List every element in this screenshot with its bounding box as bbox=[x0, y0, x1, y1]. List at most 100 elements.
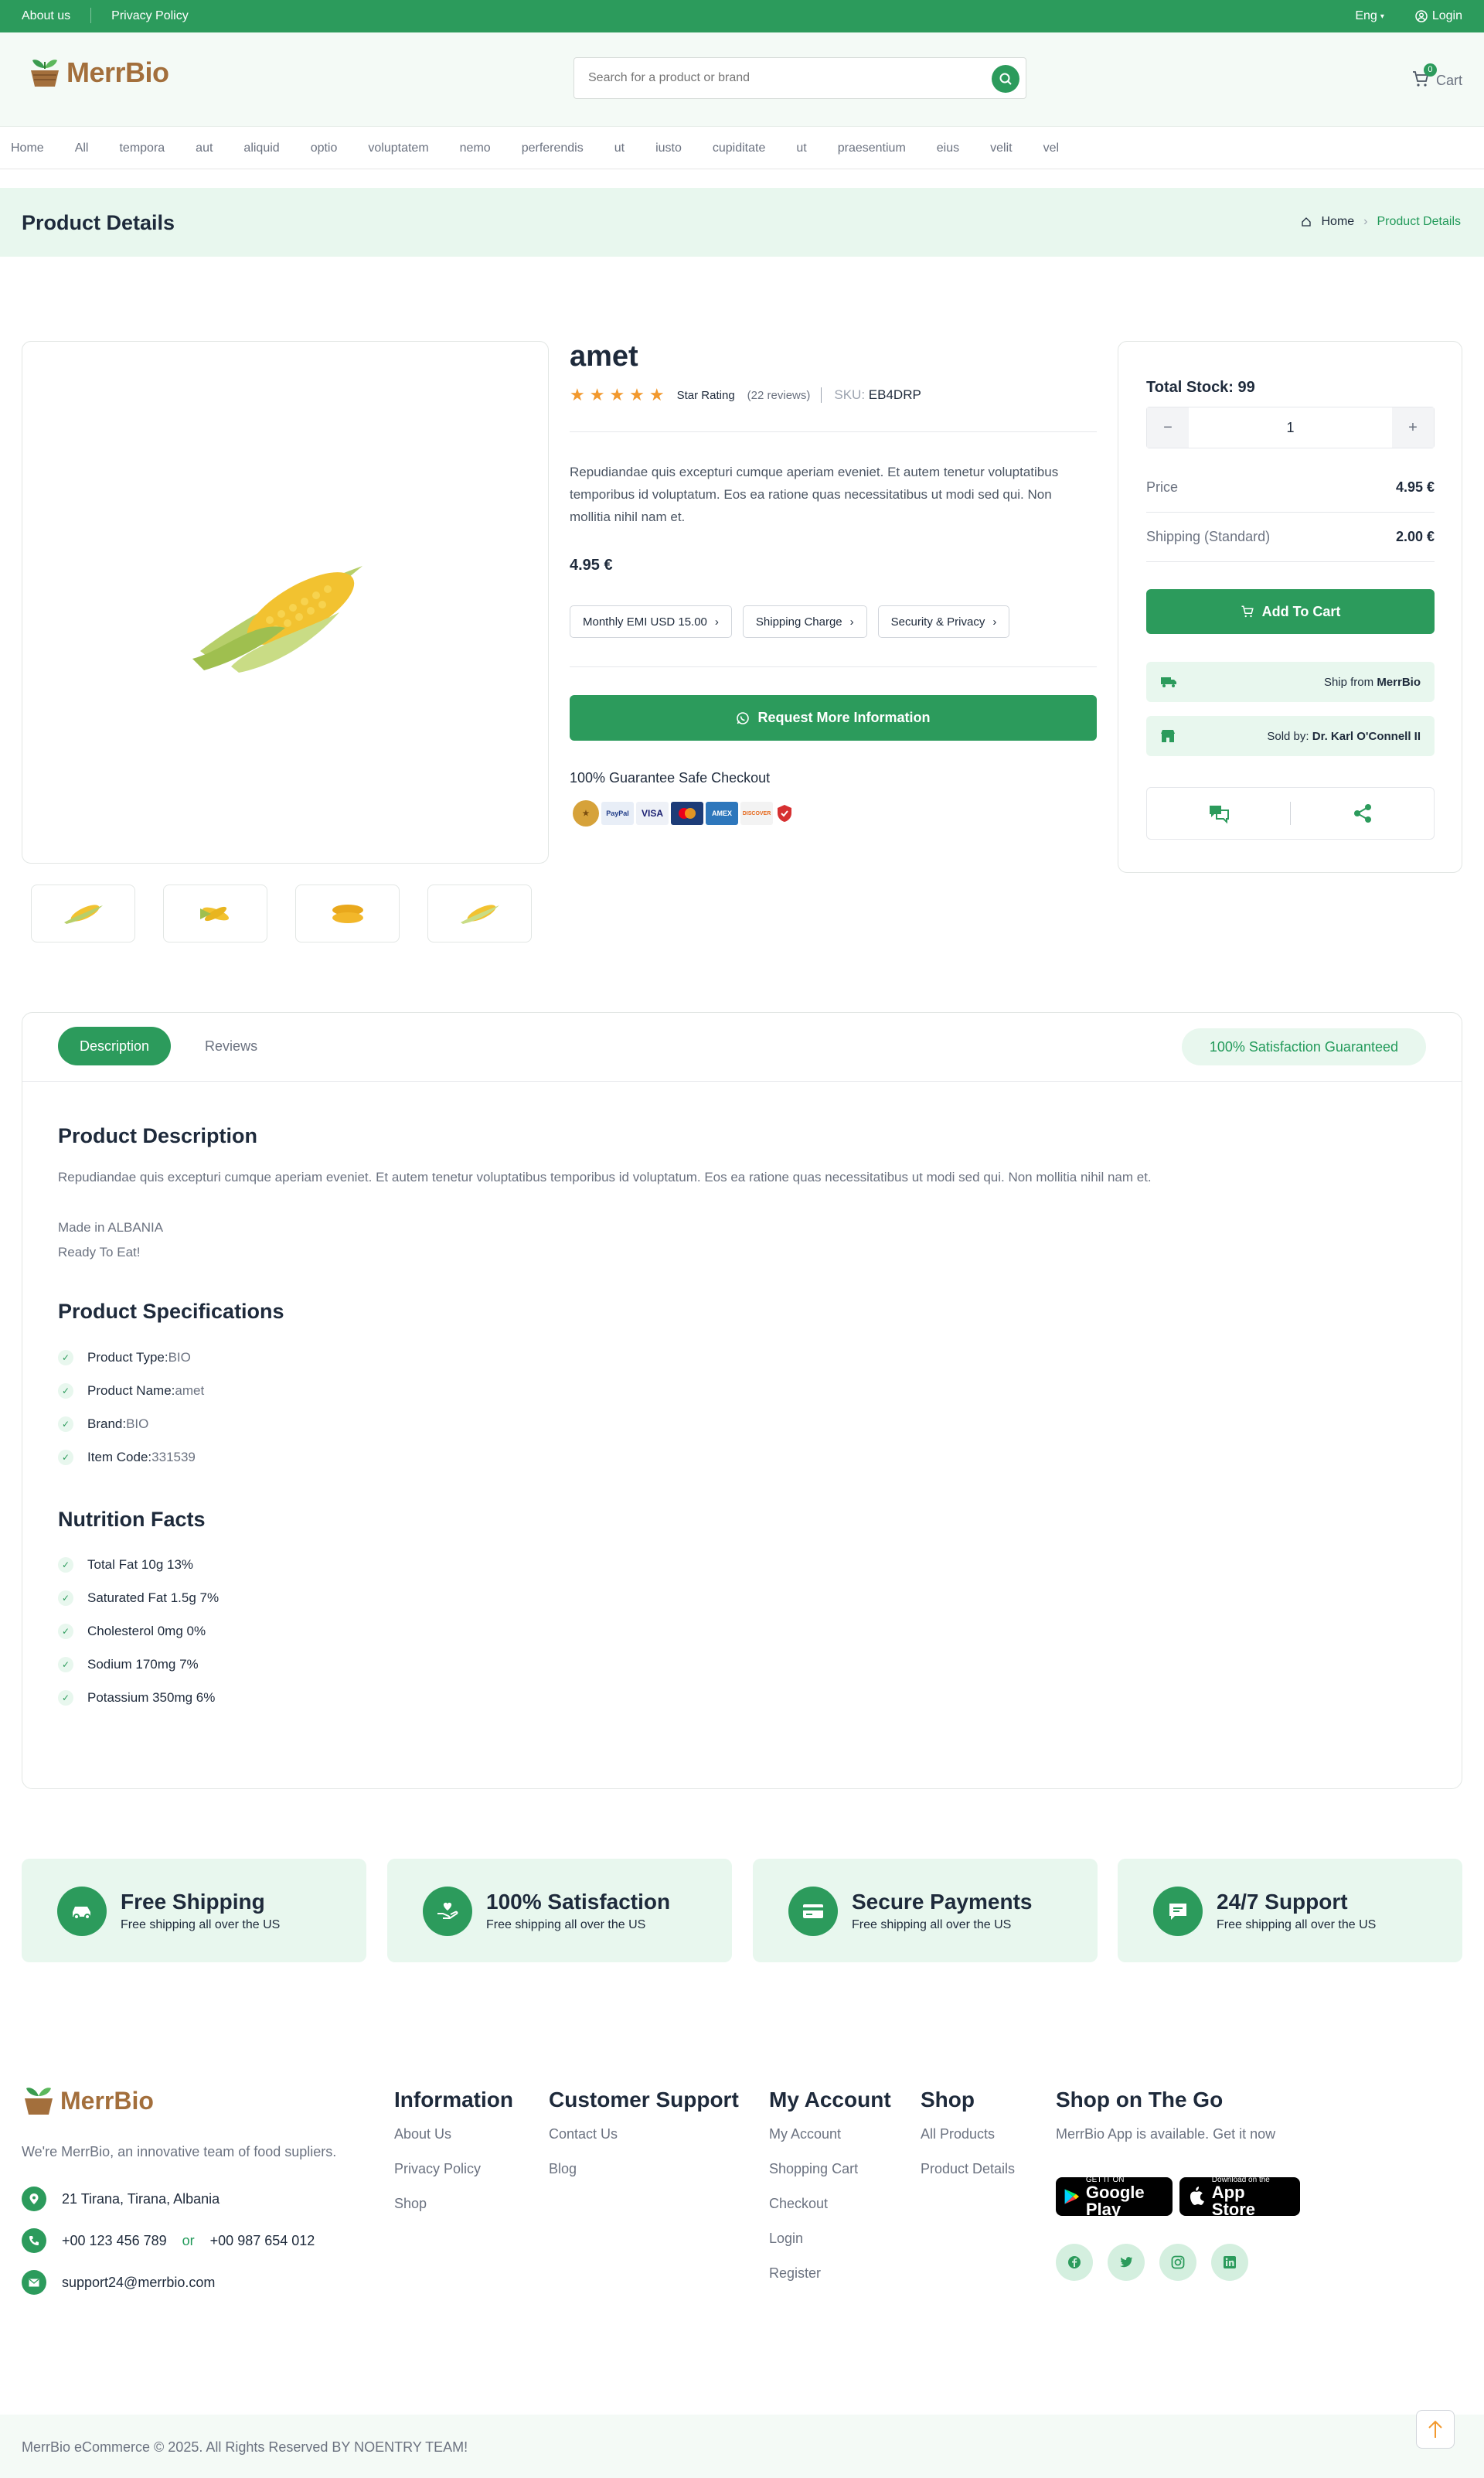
about-us-link[interactable]: About us bbox=[22, 9, 90, 23]
category-link[interactable]: aut bbox=[196, 141, 213, 155]
login-link[interactable]: Login bbox=[1415, 9, 1462, 23]
category-link[interactable]: tempora bbox=[119, 141, 165, 155]
category-link[interactable]: cupiditate bbox=[713, 141, 766, 155]
footer-link[interactable]: Register bbox=[769, 2265, 891, 2300]
category-link[interactable]: nemo bbox=[460, 141, 491, 155]
linkedin-button[interactable] bbox=[1211, 2244, 1248, 2281]
category-link[interactable]: ut bbox=[614, 141, 625, 155]
category-link[interactable]: vel bbox=[1043, 141, 1059, 155]
search-icon bbox=[999, 73, 1012, 85]
guarantee-text: 100% Guarantee Safe Checkout bbox=[570, 770, 771, 786]
footer-about: We're MerrBio, an innovative team of foo… bbox=[22, 2144, 337, 2159]
category-link[interactable]: iusto bbox=[655, 141, 682, 155]
spec-text: Brand:BIO bbox=[87, 1416, 148, 1432]
add-to-cart-label: Add To Cart bbox=[1261, 603, 1341, 619]
security-chip-label: Security & Privacy bbox=[890, 615, 985, 629]
back-to-top-button[interactable] bbox=[1416, 2410, 1455, 2449]
check-icon: ✓ bbox=[58, 1449, 73, 1465]
add-to-cart-button[interactable]: Add To Cart bbox=[1146, 589, 1435, 634]
check-icon: ✓ bbox=[58, 1382, 73, 1399]
privacy-policy-link[interactable]: Privacy Policy bbox=[111, 9, 209, 23]
decrease-button[interactable]: − bbox=[1147, 407, 1189, 448]
footer-heading: My Account bbox=[769, 2088, 891, 2112]
category-link[interactable]: velit bbox=[990, 141, 1012, 155]
breadcrumb-home[interactable]: Home bbox=[1321, 215, 1354, 229]
footer-link[interactable]: Privacy Policy bbox=[394, 2161, 513, 2196]
category-link[interactable]: All bbox=[75, 141, 89, 155]
security-privacy-chip[interactable]: Security & Privacy › bbox=[877, 605, 1010, 638]
thumbnail-4[interactable] bbox=[427, 885, 532, 942]
spec-value: BIO bbox=[168, 1349, 191, 1365]
cart-button[interactable]: 0 Cart bbox=[1411, 63, 1462, 92]
footer-logo[interactable]: MerrBio bbox=[22, 2084, 154, 2118]
ship-from-value: MerrBio bbox=[1377, 675, 1421, 689]
tab-description[interactable]: Description bbox=[58, 1027, 172, 1065]
product-price: 4.95 € bbox=[570, 557, 613, 574]
increase-button[interactable]: + bbox=[1392, 407, 1434, 448]
category-link[interactable]: eius bbox=[937, 141, 959, 155]
category-link[interactable]: optio bbox=[311, 141, 338, 155]
footer-address: 21 Tirana, Tirana, Albania bbox=[22, 2187, 220, 2211]
made-in-text: Made in ALBANIA bbox=[58, 1220, 164, 1235]
feature-card: Secure Payments Free shipping all over th… bbox=[753, 1859, 1098, 1962]
thumbnail-2[interactable] bbox=[163, 885, 267, 942]
nutrition-item: ✓ Potassium 350mg 6% bbox=[58, 1681, 219, 1714]
shipping-charge-chip[interactable]: Shipping Charge › bbox=[742, 605, 867, 638]
share-button[interactable] bbox=[1291, 803, 1434, 823]
footer-link[interactable]: All Products bbox=[921, 2126, 1015, 2161]
footer-link[interactable]: Checkout bbox=[769, 2196, 891, 2231]
spec-label: Product Type: bbox=[87, 1349, 168, 1365]
product-image-card[interactable] bbox=[22, 341, 549, 864]
credit-card-icon bbox=[803, 1904, 823, 1918]
phone-1[interactable]: +00 123 456 789 bbox=[62, 2233, 167, 2249]
facebook-button[interactable] bbox=[1056, 2244, 1093, 2281]
instagram-button[interactable] bbox=[1159, 2244, 1196, 2281]
footer-link[interactable]: Shopping Cart bbox=[769, 2161, 891, 2196]
quantity-value[interactable]: 1 bbox=[1189, 407, 1392, 448]
footer-link[interactable]: Contact Us bbox=[549, 2126, 739, 2161]
review-count[interactable]: (22 reviews) bbox=[747, 389, 811, 402]
feature-card: 24/7 Support Free shipping all over the U… bbox=[1118, 1859, 1462, 1962]
footer-link[interactable]: Product Details bbox=[921, 2161, 1015, 2196]
category-link[interactable]: ut bbox=[796, 141, 806, 155]
phone-icon bbox=[22, 2228, 46, 2253]
sold-by-value[interactable]: Dr. Karl O'Connell II bbox=[1312, 730, 1421, 743]
footer-link[interactable]: Blog bbox=[549, 2161, 739, 2196]
category-link[interactable]: voluptatem bbox=[368, 141, 428, 155]
feature-icon bbox=[788, 1887, 838, 1936]
twitter-button[interactable] bbox=[1108, 2244, 1145, 2281]
ship-from-box: Ship from MerrBio bbox=[1146, 662, 1435, 702]
thumbnail-1[interactable] bbox=[31, 885, 135, 942]
footer-link[interactable]: Login bbox=[769, 2231, 891, 2265]
google-play-button[interactable]: GET IT ON Google Play bbox=[1056, 2176, 1173, 2217]
thumbnail-3[interactable] bbox=[295, 885, 400, 942]
cart-label: Cart bbox=[1435, 73, 1462, 88]
footer-link[interactable]: My Account bbox=[769, 2126, 891, 2161]
category-link[interactable]: praesentium bbox=[838, 141, 906, 155]
language-selector[interactable]: Eng ▾ bbox=[1355, 9, 1384, 23]
feature-card: Free Shipping Free shipping all over the … bbox=[22, 1859, 366, 1962]
tab-reviews[interactable]: Reviews bbox=[183, 1027, 279, 1065]
footer-link[interactable]: Shop bbox=[394, 2196, 513, 2231]
satisfaction-badge: 100% Satisfaction Guaranteed bbox=[1181, 1028, 1426, 1065]
logo[interactable]: MerrBio bbox=[28, 56, 169, 90]
spec-value: BIO bbox=[126, 1416, 149, 1431]
category-link[interactable]: aliquid bbox=[243, 141, 279, 155]
chevron-right-icon: › bbox=[1363, 215, 1368, 228]
feature-icon bbox=[1153, 1887, 1203, 1936]
email-text[interactable]: support24@merrbio.com bbox=[62, 2275, 215, 2291]
phone-2[interactable]: +00 987 654 012 bbox=[210, 2233, 315, 2249]
footer-link[interactable]: About Us bbox=[394, 2126, 513, 2161]
app-store-button[interactable]: Download on the App Store bbox=[1179, 2176, 1300, 2217]
cart-icon-wrap: 0 bbox=[1411, 63, 1437, 92]
request-info-button[interactable]: Request More Information bbox=[570, 695, 1097, 741]
amex-icon: AMEX bbox=[706, 802, 738, 825]
category-link[interactable]: Home bbox=[11, 141, 44, 155]
search-input[interactable] bbox=[574, 58, 961, 98]
category-link[interactable]: perferendis bbox=[522, 141, 584, 155]
search-button[interactable] bbox=[992, 65, 1019, 93]
spec-text: Item Code:331539 bbox=[87, 1450, 196, 1465]
chat-button[interactable] bbox=[1147, 803, 1290, 824]
emi-chip[interactable]: Monthly EMI USD 15.00 › bbox=[570, 605, 732, 638]
check-icon: ✓ bbox=[58, 1556, 73, 1573]
